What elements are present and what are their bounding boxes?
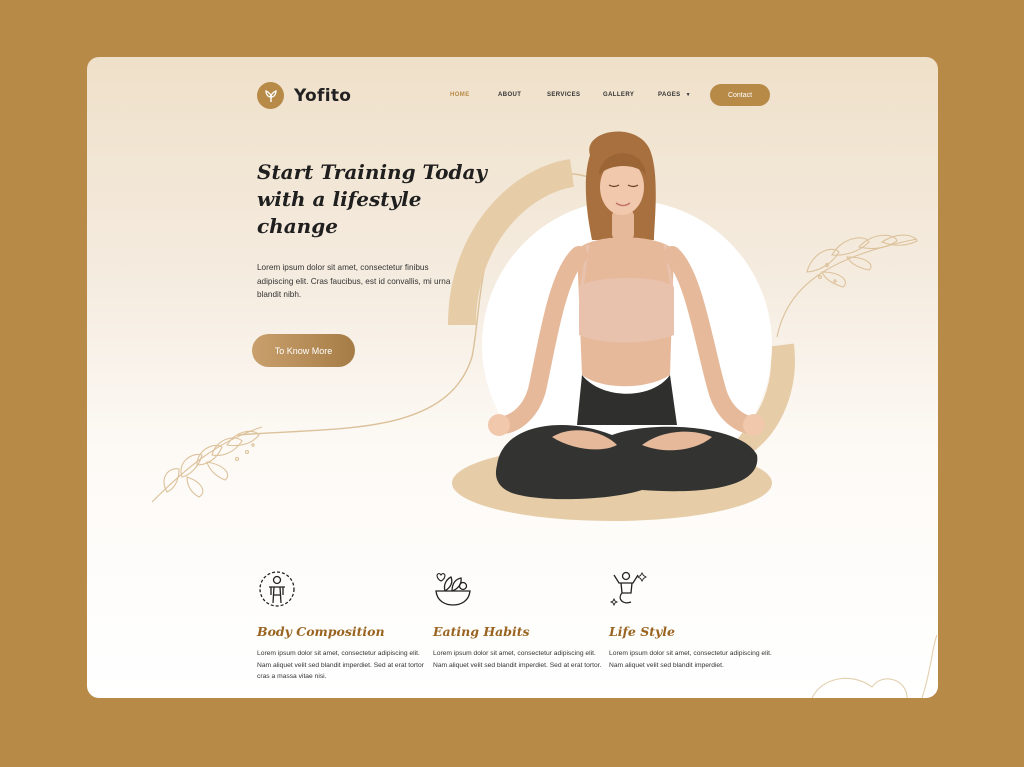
- feature-title: Body Composition: [257, 624, 385, 639]
- to-know-more-button[interactable]: To Know More: [252, 334, 355, 367]
- lifestyle-figure-icon: [609, 571, 647, 607]
- feature-eating-habits: Eating Habits Lorem ipsum dolor sit amet…: [433, 569, 603, 671]
- nav-pages[interactable]: PAGES ▼: [658, 92, 691, 98]
- nav-services[interactable]: SERVICES: [547, 92, 580, 98]
- nav-pages-label: PAGES: [658, 92, 681, 98]
- contact-button[interactable]: Contact: [710, 84, 770, 106]
- salad-bowl-icon: [435, 572, 471, 606]
- main-nav: HOME ABOUT SERVICES GALLERY PAGES ▼: [450, 92, 690, 98]
- feature-description: Lorem ipsum dolor sit amet, consectetur …: [257, 650, 424, 680]
- hero-description: Lorem ipsum dolor sit amet, consectetur …: [257, 263, 451, 299]
- chevron-down-icon: ▼: [685, 92, 691, 98]
- hero-title-line-3: change: [257, 214, 338, 238]
- feature-title: Life Style: [609, 624, 675, 639]
- feature-description: Lorem ipsum dolor sit amet, consectetur …: [609, 650, 772, 669]
- hero-meditation-image: [448, 131, 795, 521]
- feature-description: Lorem ipsum dolor sit amet, consectetur …: [433, 650, 602, 669]
- feature-life-style: Life Style Lorem ipsum dolor sit amet, c…: [609, 569, 779, 671]
- feature-body-composition: Body Composition Lorem ipsum dolor sit a…: [257, 569, 427, 683]
- brand-logo[interactable]: Yofito: [257, 82, 351, 109]
- landing-page-card: Yofito HOME ABOUT SERVICES GALLERY PAGES…: [87, 57, 938, 698]
- lotus-icon: [257, 82, 284, 109]
- nav-gallery[interactable]: GALLERY: [603, 92, 634, 98]
- feature-title: Eating Habits: [433, 624, 530, 639]
- body-composition-icon: [259, 571, 295, 607]
- nav-home[interactable]: HOME: [450, 92, 470, 98]
- hero-title-line-2: with a lifestyle: [257, 187, 422, 211]
- brand-name: Yofito: [294, 85, 352, 106]
- nav-about[interactable]: ABOUT: [498, 92, 521, 98]
